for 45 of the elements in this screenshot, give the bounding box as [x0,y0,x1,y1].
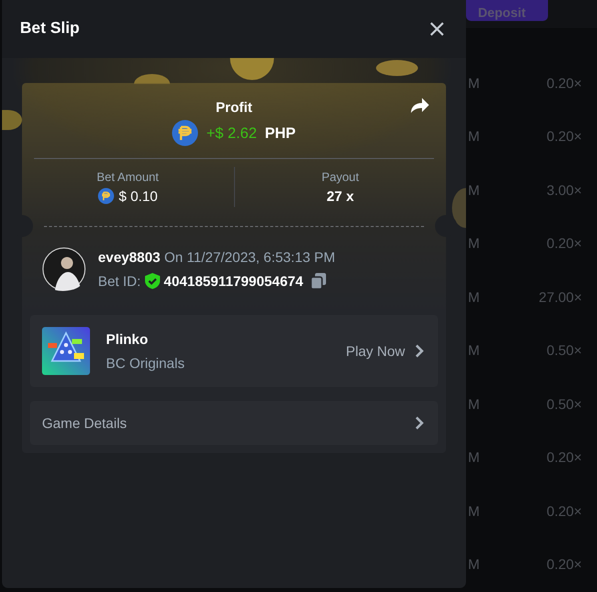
copy-icon[interactable] [311,273,326,289]
time-cell: M [468,502,480,519]
multiplier-cell: 27.00× [538,288,582,305]
payout-value: 27 x [326,188,354,204]
game-name: Plinko [106,331,150,347]
time-cell: M [468,288,480,305]
username: evey8803 [98,249,160,265]
time-cell: M [468,556,480,572]
time-cell: M [468,74,480,91]
game-provider: BC Originals [106,355,186,371]
currency-label: PHP [264,124,296,142]
multiplier-cell: 0.20× [546,449,582,466]
bet-date: On 11/27/2023, 6:53:13 PM [164,249,336,265]
bet-id-label: Bet ID: [98,273,141,289]
time-cell: M [468,449,480,466]
bet-id: 404185911799054674 [164,273,304,289]
multiplier-cell: 0.20× [546,556,582,572]
share-icon[interactable] [410,97,430,114]
peso-coin-icon [172,120,198,146]
profit-label: Profit [216,99,252,116]
chevron-right-icon [415,344,424,358]
time-cell: M [468,396,480,412]
chevron-right-icon [415,416,424,430]
profit-amount: +$ 2.62 [206,124,257,142]
bet-amount-value: $ 0.10 [118,188,158,204]
multiplier-cell: 0.50× [546,396,582,412]
multiplier-cell: 0.20× [546,128,582,144]
game-details-button[interactable]: Game Details [30,401,438,445]
multiplier-cell: 0.50× [546,342,582,358]
avatar-icon [42,247,86,291]
time-cell: M [468,235,480,252]
bet-amount-label: Bet Amount [96,170,159,184]
dialog-title: Bet Slip [20,20,80,38]
multiplier-cell: 3.00× [546,182,582,198]
time-cell: M [468,342,480,358]
payout-label: Payout [322,170,359,184]
peso-coin-icon [98,188,114,204]
multiplier-cell: 0.20× [546,74,582,91]
close-icon[interactable] [430,22,444,36]
shield-check-icon [144,273,160,289]
multiplier-cell: 0.20× [546,502,582,519]
multiplier-cell: 0.20× [546,235,582,252]
time-cell: M [468,128,480,144]
play-now-button[interactable]: Play Now [346,343,424,359]
time-cell: M [468,182,480,198]
